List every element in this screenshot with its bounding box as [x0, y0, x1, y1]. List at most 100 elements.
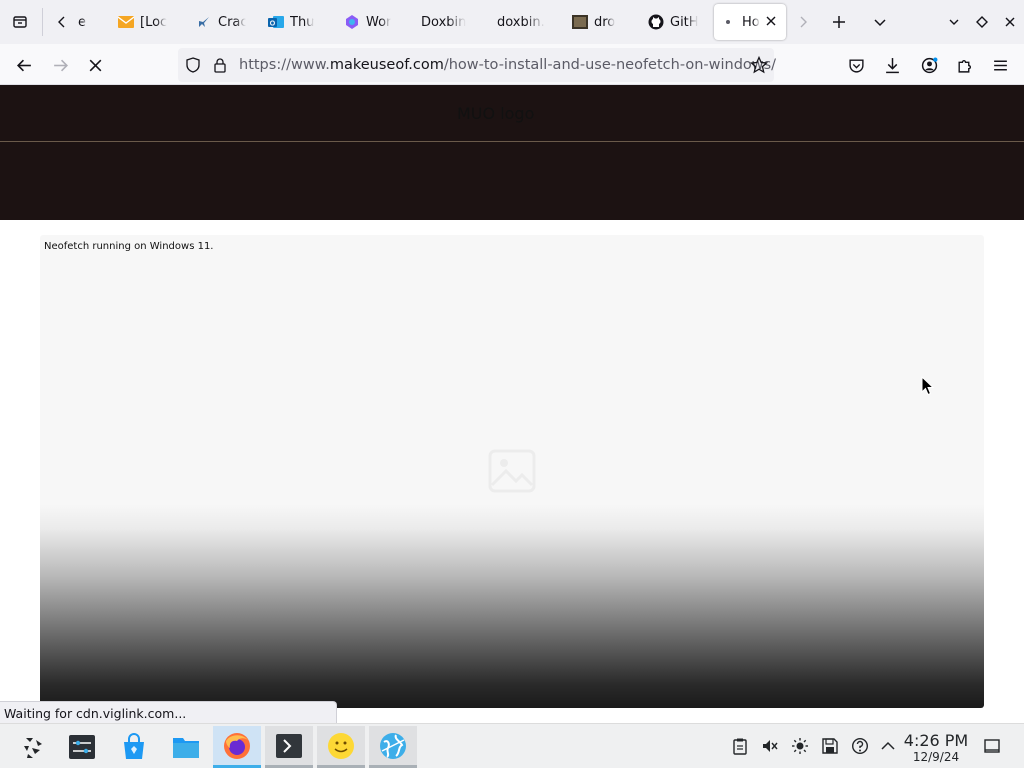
status-panel: Waiting for cdn.viglink.com... — [0, 701, 337, 723]
taskbar-globe-app[interactable] — [369, 726, 417, 768]
figure-caption: Neofetch running on Windows 11. — [44, 241, 214, 252]
github-icon — [648, 14, 664, 30]
forward-button[interactable] — [45, 50, 75, 80]
lock-icon[interactable] — [212, 57, 228, 73]
chevron-left-icon — [58, 16, 65, 28]
tray-storage[interactable] — [820, 736, 840, 756]
loading-dot-icon — [720, 14, 736, 30]
mail-icon — [118, 14, 134, 30]
tray-brightness[interactable] — [790, 736, 810, 756]
header-divider — [0, 141, 1024, 142]
chevron-up-icon — [881, 741, 895, 750]
tab-8[interactable]: dro — [566, 4, 626, 40]
taskbar-firefox[interactable] — [213, 726, 261, 768]
chevron-right-icon — [800, 16, 807, 28]
clock-time: 4:26 PM — [903, 731, 969, 750]
navigation-toolbar: https://www.makeuseof.com/how-to-install… — [0, 44, 1024, 85]
volume-muted-icon — [763, 740, 778, 752]
application-launcher-button[interactable] — [9, 726, 57, 768]
close-icon — [1005, 17, 1015, 27]
taskbar: 4:26 PM 12/9/24 — [0, 723, 1024, 768]
show-desktop-button[interactable] — [982, 736, 1002, 756]
tab-1[interactable]: e — [72, 4, 112, 40]
tab-4[interactable]: O Thư — [262, 4, 324, 40]
tab-5[interactable]: Wor — [338, 4, 398, 40]
downloads-button[interactable] — [877, 50, 907, 80]
pocket-button[interactable] — [841, 50, 871, 80]
tab-label: Wor — [366, 14, 392, 30]
mouse-cursor-icon — [921, 376, 935, 396]
pocket-icon — [848, 58, 864, 73]
taskbar-discover[interactable] — [110, 726, 158, 768]
tray-volume[interactable] — [760, 736, 780, 756]
tab-label: Doxbin — [421, 14, 467, 30]
terminal-icon — [276, 733, 302, 758]
digital-clock[interactable]: 4:26 PM 12/9/24 — [902, 731, 970, 765]
puzzle-icon — [957, 59, 971, 73]
tab-list-icon — [13, 16, 27, 28]
chevron-down-icon — [874, 19, 886, 27]
arrow-left-icon — [16, 59, 31, 71]
url-bar[interactable]: https://www.makeuseof.com/how-to-install… — [178, 48, 776, 82]
bookmark-star-icon[interactable] — [749, 55, 769, 74]
scroll-tabs-right-button[interactable] — [789, 8, 817, 36]
account-icon — [921, 57, 937, 73]
svg-text:O: O — [270, 21, 276, 28]
tray-clipboard[interactable] — [730, 736, 750, 756]
tab-3[interactable]: Crac — [190, 4, 252, 40]
tab-active[interactable]: Ho — [714, 4, 786, 40]
site-logo-alt-text[interactable]: MUO logo — [457, 104, 534, 123]
new-tab-button[interactable] — [825, 8, 853, 36]
hamburger-menu-icon — [993, 60, 1007, 70]
store-bag-icon — [124, 733, 144, 759]
stop-icon — [89, 59, 101, 71]
web-page: MUO logo Neofetch running on Windows 11.… — [0, 85, 1024, 723]
stop-loading-button[interactable] — [80, 50, 110, 80]
arrow-right-icon — [53, 59, 68, 71]
smiley-icon — [328, 732, 354, 759]
outlook-icon: O — [268, 14, 284, 30]
rocket-icon — [196, 14, 212, 30]
tracking-protection-icon[interactable] — [185, 57, 201, 73]
brightness-icon — [792, 738, 808, 754]
tab-overview-button[interactable] — [6, 8, 34, 36]
tray-expand[interactable] — [878, 736, 898, 756]
tab-label: GitH — [670, 14, 698, 30]
tab-2[interactable]: [Loc — [112, 4, 178, 40]
tab-label: [Loc — [140, 14, 168, 30]
launcher-icon — [24, 738, 42, 758]
firefox-icon — [224, 732, 250, 759]
close-window-button[interactable] — [996, 8, 1024, 36]
tab-6[interactable]: Doxbin — [415, 4, 475, 40]
clipboard-icon — [733, 738, 747, 755]
show-desktop-icon — [984, 739, 1000, 753]
account-button[interactable] — [914, 50, 944, 80]
maximize-window-button[interactable] — [968, 8, 996, 36]
minimize-window-button[interactable] — [940, 8, 968, 36]
extensions-button[interactable] — [949, 50, 979, 80]
globe-icon — [380, 732, 406, 759]
taskbar-system-settings[interactable] — [58, 726, 106, 768]
tab-7[interactable]: doxbin. — [491, 4, 551, 40]
maximize-icon — [976, 16, 988, 28]
list-all-tabs-button[interactable] — [866, 8, 894, 36]
download-icon — [885, 57, 899, 73]
plus-icon — [833, 16, 845, 28]
taskbar-terminal[interactable] — [265, 726, 313, 768]
taskbar-file-manager[interactable] — [162, 726, 210, 768]
menu-button[interactable] — [985, 50, 1015, 80]
system-settings-icon — [69, 735, 95, 759]
tab-label: e — [78, 14, 86, 30]
tab-label: Thư — [290, 14, 315, 30]
close-tab-icon[interactable] — [764, 14, 778, 28]
tray-help[interactable] — [850, 736, 870, 756]
image-favicon-icon — [572, 14, 588, 30]
taskbar-emoji-app[interactable] — [317, 726, 365, 768]
tab-label: doxbin. — [497, 14, 545, 30]
back-button[interactable] — [9, 50, 39, 80]
article-figure-placeholder: Neofetch running on Windows 11. — [40, 235, 984, 708]
tab-label: Crac — [218, 14, 246, 30]
tab-strip: e [Loc Crac O Thư Wor Doxbin doxbin. dro… — [0, 0, 1024, 44]
help-icon — [851, 737, 869, 755]
tab-9[interactable]: GitH — [642, 4, 704, 40]
